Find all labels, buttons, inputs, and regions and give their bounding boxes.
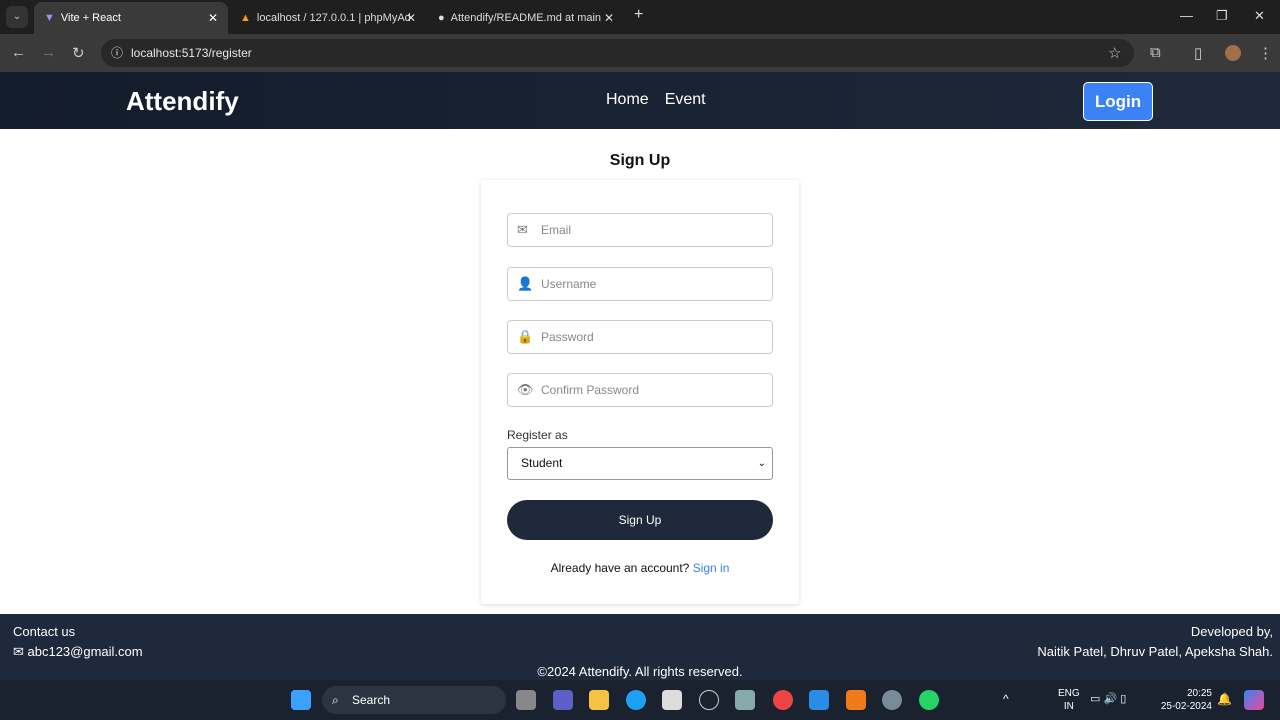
email-input[interactable]: ✉ Email [507,213,773,247]
profile-avatar[interactable] [1225,45,1241,61]
forward-icon[interactable]: → [41,44,56,61]
url-input[interactable]: ⓘ localhost:5173/register [101,39,1134,67]
taskbar-search[interactable]: ⌕ Search [322,686,506,714]
envelope-icon: ✉ [517,222,528,237]
close-tab-icon[interactable]: ✕ [406,11,416,25]
copilot-icon[interactable] [1244,690,1264,710]
edge-icon[interactable] [626,690,646,710]
new-tab-button[interactable]: + [634,6,643,24]
task-view-icon[interactable] [516,690,536,710]
notification-bell-icon[interactable]: 🔔 [1217,692,1232,706]
close-tab-icon[interactable]: ✕ [604,11,614,25]
chrome-icon[interactable] [773,690,793,710]
developers: Naitik Patel, Dhruv Patel, Apeksha Shah. [1037,644,1273,659]
search-icon: ⌕ [332,693,339,707]
github-icon: ● [438,12,445,24]
password-input[interactable]: 🔒 Password [507,320,773,354]
clock[interactable]: 20:25 25-02-2024 [1161,687,1212,713]
extensions-icon[interactable]: ⧉ [1150,44,1161,61]
language-indicator[interactable]: ENG IN [1058,687,1080,713]
close-window-button[interactable]: ✕ [1254,8,1265,24]
store-icon[interactable] [662,690,682,710]
site-info-icon[interactable]: ⓘ [111,39,123,67]
vscode-icon[interactable] [809,690,829,710]
menu-icon[interactable]: ⋮ [1258,44,1273,62]
signup-card: ✉ Email 👤 Username 🔒 Password 👁 Confirm Pass… [481,180,799,604]
browser-tab-bar: ⌄ ▼ Vite + React ✕ ▲ localhost / 127.0.0.1 … [0,0,1280,34]
tab-phpmyadmin[interactable]: ▲ localhost / 127.0.0.1 | phpMyAd ✕ [230,2,426,34]
contact-title: Contact us [13,624,76,639]
nav-event[interactable]: Event [665,91,706,108]
maximize-button[interactable]: ❐ [1216,8,1228,24]
vite-icon: ▼ [44,12,55,24]
side-panel-icon[interactable]: ▯ [1194,44,1202,62]
chevron-up-icon[interactable]: ^ [1003,692,1009,706]
contact-email[interactable]: abc123@gmail.com [28,644,143,659]
already-text: Already have an account? [550,561,690,575]
username-input[interactable]: 👤 Username [507,267,773,301]
xampp-icon[interactable] [846,690,866,710]
envelope-icon: ✉ [13,644,28,659]
app-icon[interactable] [735,690,755,710]
windows-start-icon[interactable] [291,690,311,710]
chevron-down-icon: ⌄ [757,458,766,469]
network-volume-battery-icons[interactable]: ▭ 🔊 ▯ [1090,692,1126,705]
tab-list-button[interactable]: ⌄ [6,6,28,28]
login-button[interactable]: Login [1083,82,1153,121]
back-icon[interactable]: ← [11,44,26,61]
tab-github[interactable]: ● Attendify/README.md at main ✕ [428,2,624,34]
lock-icon: 🔒 [517,329,534,344]
settings-icon[interactable] [882,690,902,710]
signin-link[interactable]: Sign in [693,561,730,575]
phpmyadmin-icon: ▲ [240,12,251,24]
whatsapp-icon[interactable] [919,690,939,710]
address-bar-row: ← → ↻ ⓘ localhost:5173/register ☆ ⧉ ▯ ⋮ [0,34,1280,72]
tab-vite-react[interactable]: ▼ Vite + React ✕ [34,2,228,34]
developed-by-title: Developed by, [1190,624,1273,639]
page-title: Sign Up [609,152,671,169]
nav-home[interactable]: Home [606,91,649,108]
signup-button[interactable]: Sign Up [507,500,773,540]
confirm-password-input[interactable]: 👁 Confirm Password [507,373,773,407]
register-as-select[interactable]: Student ⌄ [507,447,773,480]
windows-taskbar: ⌕ Search ^ ENG IN ▭ 🔊 ▯ 20:25 25-02-2024 🔔 [0,680,1280,720]
copyright: ©2024 Attendify. All rights reserved. [537,664,743,679]
register-as-label: Register as [507,428,568,442]
close-tab-icon[interactable]: ✕ [208,11,218,25]
teams-icon[interactable] [553,690,573,710]
reload-icon[interactable]: ↻ [72,44,85,62]
bookmark-star-icon[interactable]: ☆ [1108,44,1121,62]
user-icon: 👤 [517,276,534,291]
minimize-button[interactable]: — [1180,8,1193,23]
brand-logo[interactable]: Attendify [126,86,239,117]
eye-icon: 👁 [517,382,534,397]
dell-icon[interactable] [699,690,719,710]
file-explorer-icon[interactable] [589,690,609,710]
site-footer: Contact us ✉ abc123@gmail.com Developed … [0,614,1280,680]
